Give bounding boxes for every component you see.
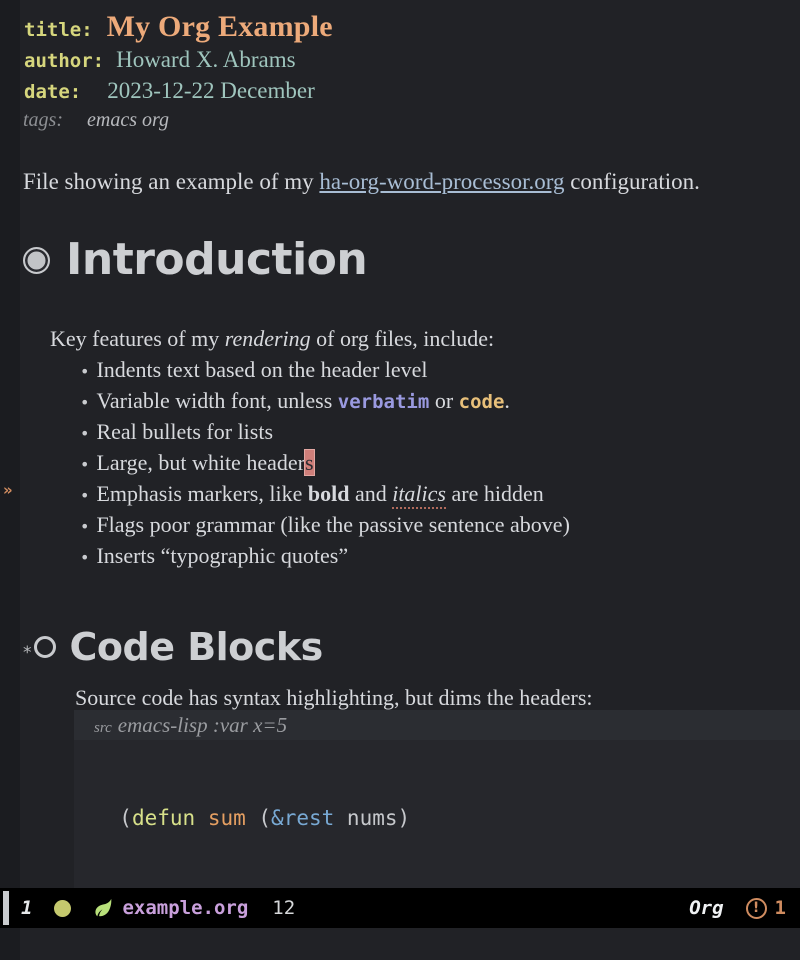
list-item-text-suffix: . [504, 388, 510, 413]
echo-area-fringe [0, 928, 20, 960]
error-count: 1 [774, 897, 786, 919]
verbatim-text: verbatim [337, 391, 430, 413]
org-buffer[interactable]: title: My Org Example author: Howard X. … [20, 0, 800, 888]
mode-line-right-segment: Org ! 1 [689, 897, 800, 919]
code-blocks-lead-paragraph: Source code has syntax highlighting, but… [75, 685, 593, 710]
keyword-line-author: author: Howard X. Abrams [24, 48, 296, 71]
list-item-text: Large, but white header [96, 450, 305, 475]
list-item: • Variable width font, unless verbatim or… [80, 390, 510, 412]
list-item: • Emphasis markers, like bold and italics… [80, 481, 544, 509]
intro-text-after: configuration. [564, 169, 700, 194]
intro-text-before: File showing an example of my [23, 169, 320, 194]
list-item-text: Flags poor grammar (like the passive sen… [96, 512, 570, 537]
heading-code-blocks[interactable]: * Code Blocks [23, 628, 323, 666]
list-item: • Real bullets for lists [80, 421, 273, 443]
buffer-name[interactable]: example.org [122, 897, 248, 919]
error-warning-icon[interactable]: ! [745, 897, 767, 919]
list-bullet-icon: • [80, 486, 90, 505]
list-bullet-icon: • [80, 548, 90, 567]
code-token-rest: &rest [271, 806, 335, 830]
code-token-nums: nums [346, 806, 398, 830]
emacs-frame: » title: My Org Example author: Howard X… [0, 0, 800, 960]
intro-paragraph: File showing an example of my ha-org-wor… [23, 170, 700, 193]
org-link-ha-org-word-processor[interactable]: ha-org-word-processor.org [319, 169, 564, 194]
buffer-state-dot-icon [54, 899, 72, 917]
window-number: 1 [21, 897, 33, 919]
heading-introduction[interactable]: Introduction [23, 234, 368, 285]
keyword-line-date: date: 2023-12-22 December [24, 79, 315, 102]
list-item: • Large, but white headers [80, 449, 315, 476]
list-bullet-icon: • [80, 362, 90, 381]
list-bullet-icon: • [80, 517, 90, 536]
list-item-text: Indents text based on the header level [96, 357, 428, 382]
keyword-line-title: title: My Org Example [24, 12, 333, 42]
list-item-text-suffix: are hidden [445, 481, 544, 506]
lead-before-em: Key features of my [50, 326, 225, 351]
src-begin-args: emacs-lisp :var x=5 [117, 713, 288, 737]
heading-bullet-level2-icon [33, 636, 56, 658]
major-mode-name[interactable]: Org [689, 897, 723, 919]
column-number: 12 [272, 897, 296, 919]
src-block-code[interactable]: (defun sum (&rest nums) "Sums all the NU… [74, 740, 800, 888]
code-text: code [458, 391, 505, 413]
heading-introduction-text: Introduction [66, 234, 368, 285]
list-item-text-middle: and [349, 481, 393, 506]
src-begin-keyword: src [94, 720, 112, 736]
keyword-label-title: title: [24, 19, 93, 41]
bold-text: bold [307, 481, 350, 506]
list-item: • Flags poor grammar (like the passive se… [80, 514, 570, 536]
code-token-defun: defun [131, 806, 196, 830]
list-bullet-icon: • [80, 424, 90, 443]
mode-line-left-segment: 1 example.org 12 [21, 897, 295, 919]
document-author: Howard X. Abrams [116, 47, 296, 72]
src-block[interactable]: src emacs-lisp :var x=5 (defun sum (&rest… [74, 710, 800, 888]
code-token-sum: sum [207, 806, 246, 830]
keyword-label-tags: tags: [23, 109, 63, 131]
heading-star-marker: * [23, 643, 32, 663]
heading-code-blocks-text: Code Blocks [69, 625, 324, 669]
src-block-begin-line: src emacs-lisp :var x=5 [74, 710, 800, 740]
list-item-text: Real bullets for lists [96, 419, 274, 444]
italic-text-grammar-flagged: italics [392, 481, 446, 509]
document-title: My Org Example [106, 10, 333, 43]
list-item: • Inserts “typographic quotes” [80, 545, 348, 567]
keyword-line-tags: tags: emacs org [23, 110, 169, 130]
text-cursor: s [304, 449, 315, 476]
keyword-label-date: date: [24, 81, 82, 103]
document-date: 2023-12-22 December [107, 78, 315, 103]
introduction-lead-paragraph: Key features of my rendering of org file… [50, 328, 494, 350]
left-fringe: » [0, 0, 20, 888]
heading-bullet-level1-icon [23, 246, 50, 274]
list-item-text: Emphasis markers, like [96, 481, 308, 506]
lead-after-em: of org files, include: [310, 326, 495, 351]
fringe-continuation-marker: » [3, 481, 13, 499]
list-bullet-icon: • [80, 455, 90, 474]
document-tags: emacs org [87, 109, 170, 131]
list-item-text: Inserts “typographic quotes” [96, 543, 349, 568]
list-item-text: Variable width font, unless [96, 388, 338, 413]
echo-area [0, 928, 800, 960]
list-item-text-middle: or [429, 388, 459, 413]
keyword-label-author: author: [24, 50, 105, 72]
code-line: (defun sum (&rest nums) [94, 806, 411, 830]
list-bullet-icon: • [80, 393, 90, 412]
window-divider-indicator [3, 891, 9, 925]
lead-emphasis-rendering: rendering [224, 326, 311, 351]
evil-state-leaf-icon [95, 898, 112, 917]
mode-line[interactable]: 1 example.org 12 Org ! 1 [0, 888, 800, 928]
list-item: • Indents text based on the header level [80, 359, 428, 381]
